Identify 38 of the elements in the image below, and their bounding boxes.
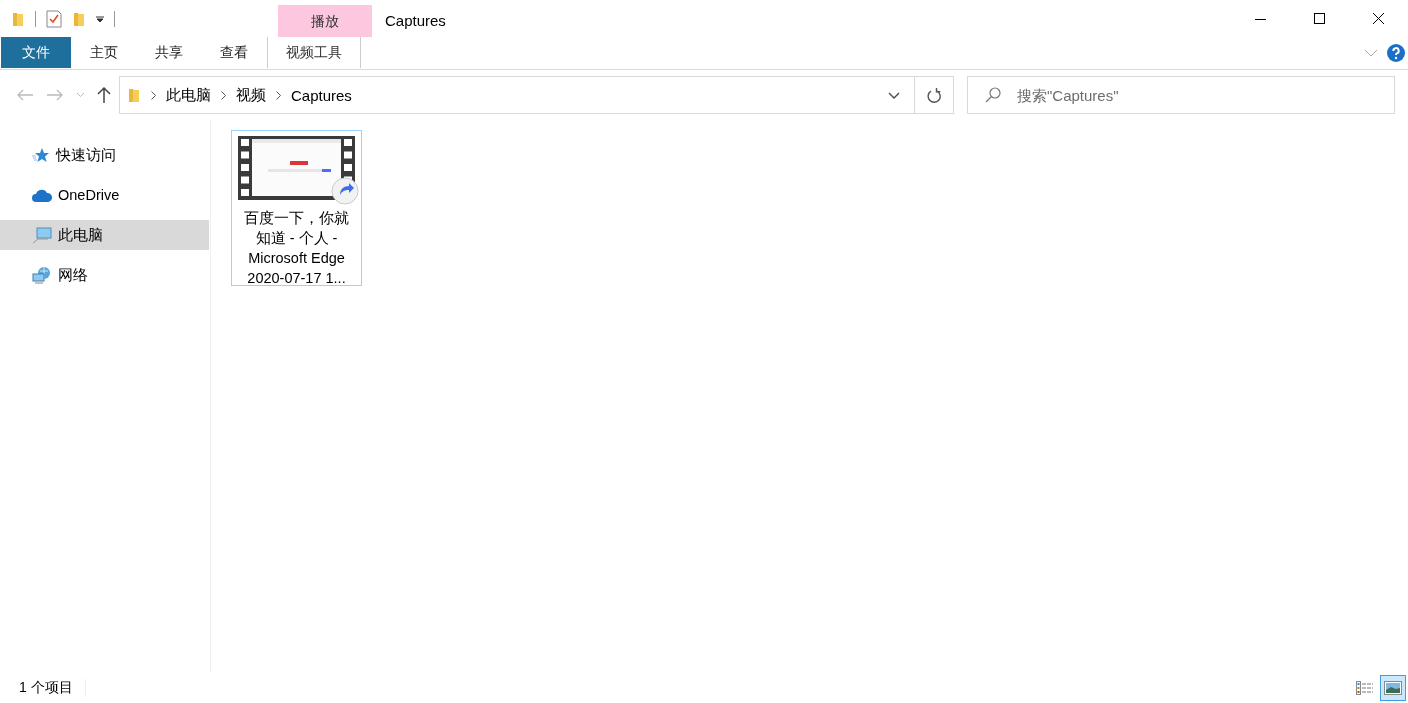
contextual-tab-group: 播放 [278,5,372,37]
chevron-right-icon[interactable] [221,90,226,100]
item-count: 1 个项目 [19,678,86,697]
star-icon [32,146,50,164]
sidebar-item[interactable]: 快速访问 [0,140,209,170]
file-tile[interactable]: 百度一下，你就 知道 - 个人 - Microsoft Edge 2020-07-17 1... [231,130,362,286]
folder-icon [127,87,141,103]
large-icons-view-button[interactable] [1380,674,1406,701]
breadcrumb[interactable]: 视频 [236,85,266,105]
dropdown-icon[interactable] [96,14,104,23]
chevron-right-icon[interactable] [151,90,156,100]
ribbon-tab[interactable]: 主页 [71,37,136,68]
chevron-down-icon[interactable] [888,91,900,99]
help-icon[interactable] [1387,44,1405,62]
sidebar-item[interactable]: 此电脑 [0,220,209,250]
sidebar-item[interactable]: OneDrive [0,180,209,210]
breadcrumb[interactable]: 此电脑 [166,85,211,105]
details-list-icon [1356,680,1374,695]
arrow-badge-icon [331,177,359,205]
properties-icon[interactable] [46,9,62,28]
breadcrumb[interactable]: Captures [291,86,352,104]
cloud-icon [32,188,52,202]
landscape-image-icon [1384,680,1402,695]
search-field[interactable]: 搜索"Captures" [967,76,1395,114]
up-arrow-icon[interactable] [97,86,111,104]
chevron-right-icon[interactable] [276,90,281,100]
ribbon-tab[interactable]: 共享 [136,37,201,68]
sidebar-item[interactable]: 网络 [0,260,209,290]
computer-icon [32,226,52,244]
folder-icon [11,10,25,27]
file-menu-tab[interactable]: 文件 [1,37,71,68]
file-name: 百度一下，你就 知道 - 个人 - Microsoft Edge 2020-07-17 1... [244,209,349,288]
expand-ribbon-icon[interactable] [1364,49,1378,57]
network-icon [32,266,52,284]
search-icon [985,87,1001,103]
refresh-icon[interactable] [927,87,941,103]
window-title: Captures [384,11,447,31]
ribbon-tab[interactable]: 查看 [201,37,266,68]
